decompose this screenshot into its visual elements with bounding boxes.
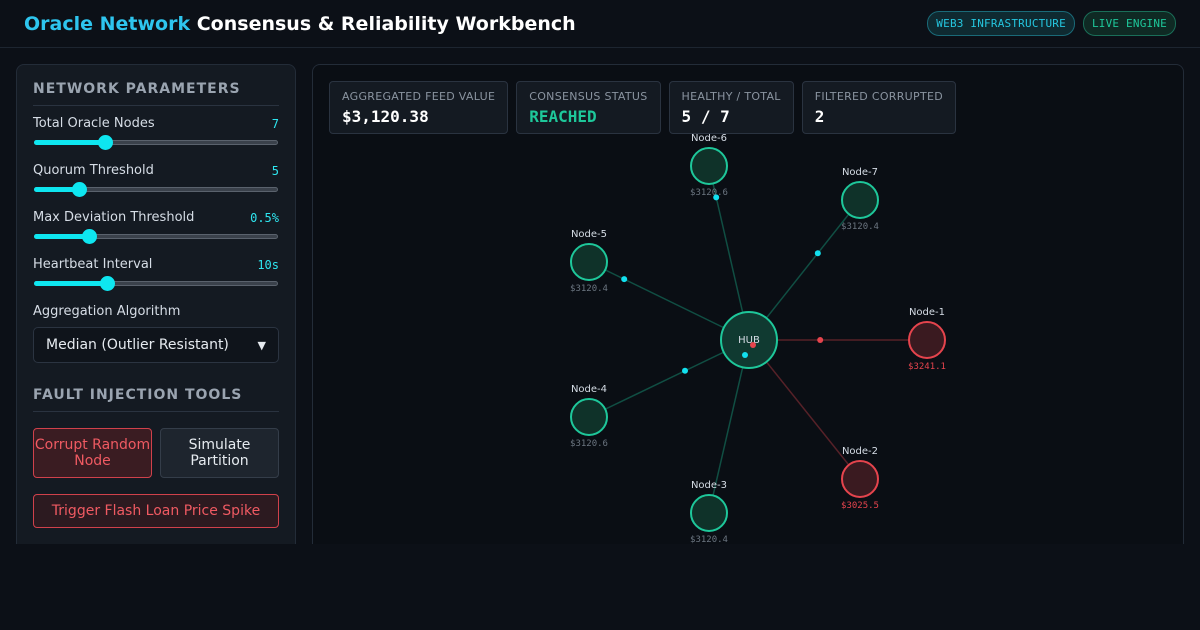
param-quorum: Quorum Threshold 5 — [33, 163, 279, 197]
stat-filtered-corrupted: FILTERED CORRUPTED 2 — [801, 81, 956, 134]
data-packet — [682, 367, 688, 374]
stats-bar: AGGREGATED FEED VALUE $3,120.38 CONSENSU… — [329, 81, 956, 134]
stat-label: CONSENSUS STATUS — [529, 90, 648, 103]
stat-label: AGGREGATED FEED VALUE — [342, 90, 496, 103]
node-4-label: Node-4 — [571, 384, 607, 395]
oracle-node-5 — [570, 243, 608, 281]
node-1-label: Node-1 — [909, 307, 945, 318]
stat-healthy-total: HEALTHY / TOTAL 5 / 7 — [668, 81, 794, 134]
node-3-label: Node-3 — [691, 480, 727, 491]
oracle-node-3 — [690, 494, 728, 532]
stat-label: FILTERED CORRUPTED — [814, 90, 943, 103]
slider-thumb[interactable] — [97, 135, 113, 150]
simulate-partition-button[interactable]: Simulate Partition — [160, 428, 279, 478]
param-max-deviation: Max Deviation Threshold 0.5% — [33, 210, 279, 244]
web3-badge: WEB3 INFRASTRUCTURE — [927, 11, 1075, 36]
oracle-node-4 — [570, 398, 608, 436]
slider-fill — [34, 140, 105, 145]
flash-loan-spike-button[interactable]: Trigger Flash Loan Price Spike — [33, 494, 279, 528]
oracle-node-2 — [841, 460, 879, 498]
heartbeat-slider[interactable] — [33, 276, 279, 291]
stat-label: HEALTHY / TOTAL — [681, 90, 781, 103]
data-packet — [814, 250, 821, 257]
network-visualization-panel: AGGREGATED FEED VALUE $3,120.38 CONSENSU… — [312, 64, 1184, 544]
param-value: 7 — [271, 116, 279, 131]
network-parameters-title: NETWORK PARAMETERS — [33, 81, 279, 106]
live-engine-badge: LIVE ENGINE — [1082, 11, 1176, 36]
slider-fill — [34, 281, 108, 286]
node-6-label: Node-6 — [691, 133, 727, 144]
slider-fill — [34, 234, 89, 239]
data-packet — [750, 342, 756, 348]
fault-injection-title: FAULT INJECTION TOOLS — [33, 387, 279, 412]
param-label: Heartbeat Interval — [33, 257, 153, 272]
node-1-price: $3241.1 — [908, 362, 946, 372]
title-accent: Oracle Network — [24, 12, 191, 35]
stat-aggregated-feed: AGGREGATED FEED VALUE $3,120.38 — [329, 81, 509, 134]
total-nodes-slider[interactable] — [33, 135, 279, 150]
slider-thumb[interactable] — [81, 229, 97, 244]
data-packet — [817, 337, 824, 343]
slider-thumb[interactable] — [72, 182, 88, 197]
data-packet — [742, 352, 748, 358]
data-packet — [621, 276, 628, 283]
param-label: Max Deviation Threshold — [33, 210, 195, 225]
param-value: 5 — [271, 163, 279, 178]
param-heartbeat: Heartbeat Interval 10s — [33, 257, 279, 291]
node-2-price: $3025.5 — [841, 501, 879, 511]
header-badges: WEB3 INFRASTRUCTURE LIVE ENGINE — [927, 11, 1176, 36]
chevron-down-icon: ▼ — [257, 338, 266, 352]
param-total-nodes: Total Oracle Nodes 7 — [33, 116, 279, 150]
aggregation-select[interactable]: Median (Outlier Resistant) ▼ — [33, 327, 279, 363]
param-value: 10s — [257, 257, 279, 272]
node-2-label: Node-2 — [842, 446, 878, 457]
stat-value: 2 — [814, 107, 825, 126]
oracle-node-6 — [690, 147, 728, 185]
aggregation-label: Aggregation Algorithm — [33, 304, 181, 319]
max-deviation-slider[interactable] — [33, 229, 279, 244]
stat-value: REACHED — [529, 107, 597, 126]
network-graph: HUB Node-1 $3241.1 Node-2 $3025.5 Node-3 $3120… — [570, 133, 946, 544]
slider-thumb[interactable] — [100, 276, 116, 291]
quorum-slider[interactable] — [33, 182, 279, 197]
node-5-price: $3120.4 — [570, 284, 608, 294]
param-label: Total Oracle Nodes — [33, 116, 155, 131]
param-label: Quorum Threshold — [33, 163, 154, 178]
hub-label: HUB — [738, 335, 760, 346]
node-5-label: Node-5 — [571, 229, 607, 240]
corrupt-node-button[interactable]: Corrupt Random Node — [33, 428, 152, 478]
stat-value: $3,120.38 — [342, 107, 429, 126]
param-value: 0.5% — [250, 210, 279, 225]
app-header: Oracle Network Consensus & Reliability W… — [0, 0, 1200, 48]
node-3-price: $3120.4 — [690, 535, 728, 544]
node-7-label: Node-7 — [842, 167, 878, 178]
stat-value: 5 / 7 — [681, 107, 730, 126]
node-7-price: $3120.4 — [841, 222, 879, 232]
oracle-node-7 — [841, 181, 879, 219]
aggregation-selected-value: Median (Outlier Resistant) — [46, 337, 229, 353]
control-sidebar: NETWORK PARAMETERS Total Oracle Nodes 7 … — [16, 64, 296, 544]
oracle-node-1 — [908, 321, 946, 359]
title-rest: Consensus & Reliability Workbench — [196, 12, 576, 35]
page-title: Oracle Network Consensus & Reliability W… — [24, 13, 576, 35]
stat-consensus-status: CONSENSUS STATUS REACHED — [516, 81, 661, 134]
node-6-price: $3120.6 — [690, 188, 728, 198]
node-4-price: $3120.6 — [570, 439, 608, 449]
